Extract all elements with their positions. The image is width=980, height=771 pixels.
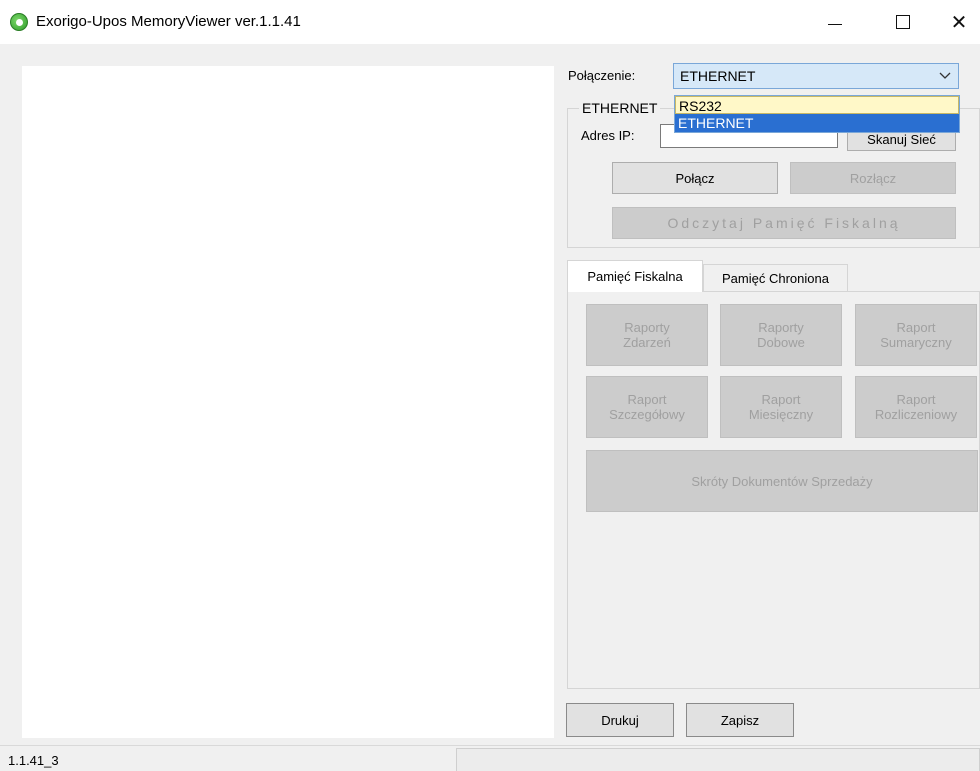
daily-reports-button[interactable]: Raporty Dobowe — [720, 304, 842, 366]
button-line: Zdarzeń — [623, 335, 671, 350]
maximize-icon — [896, 15, 910, 29]
connection-dropdown-list: RS232 ETHERNET — [674, 95, 960, 133]
button-line: Miesięczny — [748, 407, 814, 422]
button-line: Raporty — [624, 320, 670, 335]
maximize-button[interactable] — [880, 0, 926, 44]
connection-selected-value: ETHERNET — [680, 68, 756, 84]
connection-label: Połączenie: — [568, 68, 636, 83]
detailed-report-button[interactable]: Raport Szczegółowy — [586, 376, 708, 438]
fiscal-memory-panel: Raporty Zdarzeń Raporty Dobowe Raport Su… — [567, 291, 980, 689]
button-line: Dobowe — [757, 335, 805, 350]
tab-fiscal-memory[interactable]: Pamięć Fiskalna — [567, 260, 703, 292]
ip-address-label: Adres IP: — [581, 128, 635, 143]
button-line: Raporty — [758, 320, 804, 335]
status-bar: 1.1.41_3 — [0, 745, 980, 771]
read-fiscal-memory-button[interactable]: Odczytaj Pamięć Fiskalną — [612, 207, 956, 239]
print-button[interactable]: Drukuj — [566, 703, 674, 737]
save-button[interactable]: Zapisz — [686, 703, 794, 737]
close-button[interactable]: ✕ — [936, 0, 980, 44]
button-line: Raport — [761, 392, 801, 407]
dropdown-option-rs232[interactable]: RS232 — [675, 96, 959, 114]
version-status: 1.1.41_3 — [8, 753, 59, 768]
app-icon — [10, 13, 28, 31]
button-line: Raport — [896, 392, 936, 407]
disconnect-button[interactable]: Rozłącz — [790, 162, 956, 194]
connect-button[interactable]: Połącz — [612, 162, 778, 194]
button-line: Raport — [896, 320, 936, 335]
close-icon: ✕ — [950, 11, 968, 34]
chevron-down-icon — [939, 72, 951, 79]
memory-viewer-pane[interactable] — [22, 66, 554, 738]
sales-document-shortcuts-button[interactable]: Skróty Dokumentów Sprzedaży — [586, 450, 978, 512]
tab-protected-memory[interactable]: Pamięć Chroniona — [703, 264, 848, 292]
connection-combobox[interactable]: ETHERNET — [673, 63, 959, 89]
summary-report-button[interactable]: Raport Sumaryczny — [855, 304, 977, 366]
minimize-icon — [828, 23, 842, 25]
event-reports-button[interactable]: Raporty Zdarzeń — [586, 304, 708, 366]
button-line: Rozliczeniowy — [874, 407, 958, 422]
settlement-report-button[interactable]: Raport Rozliczeniowy — [855, 376, 977, 438]
button-line: Szczegółowy — [609, 407, 685, 422]
dropdown-option-ethernet[interactable]: ETHERNET — [675, 114, 959, 132]
window-title: Exorigo-Upos MemoryViewer ver.1.1.41 — [36, 13, 301, 30]
button-line: Raport — [627, 392, 667, 407]
ethernet-group-title: ETHERNET — [579, 100, 661, 116]
status-panel — [456, 748, 980, 771]
title-bar: Exorigo-Upos MemoryViewer ver.1.1.41 ✕ — [0, 0, 980, 44]
button-line: Sumaryczny — [880, 335, 952, 350]
monthly-report-button[interactable]: Raport Miesięczny — [720, 376, 842, 438]
minimize-button[interactable] — [812, 0, 858, 44]
